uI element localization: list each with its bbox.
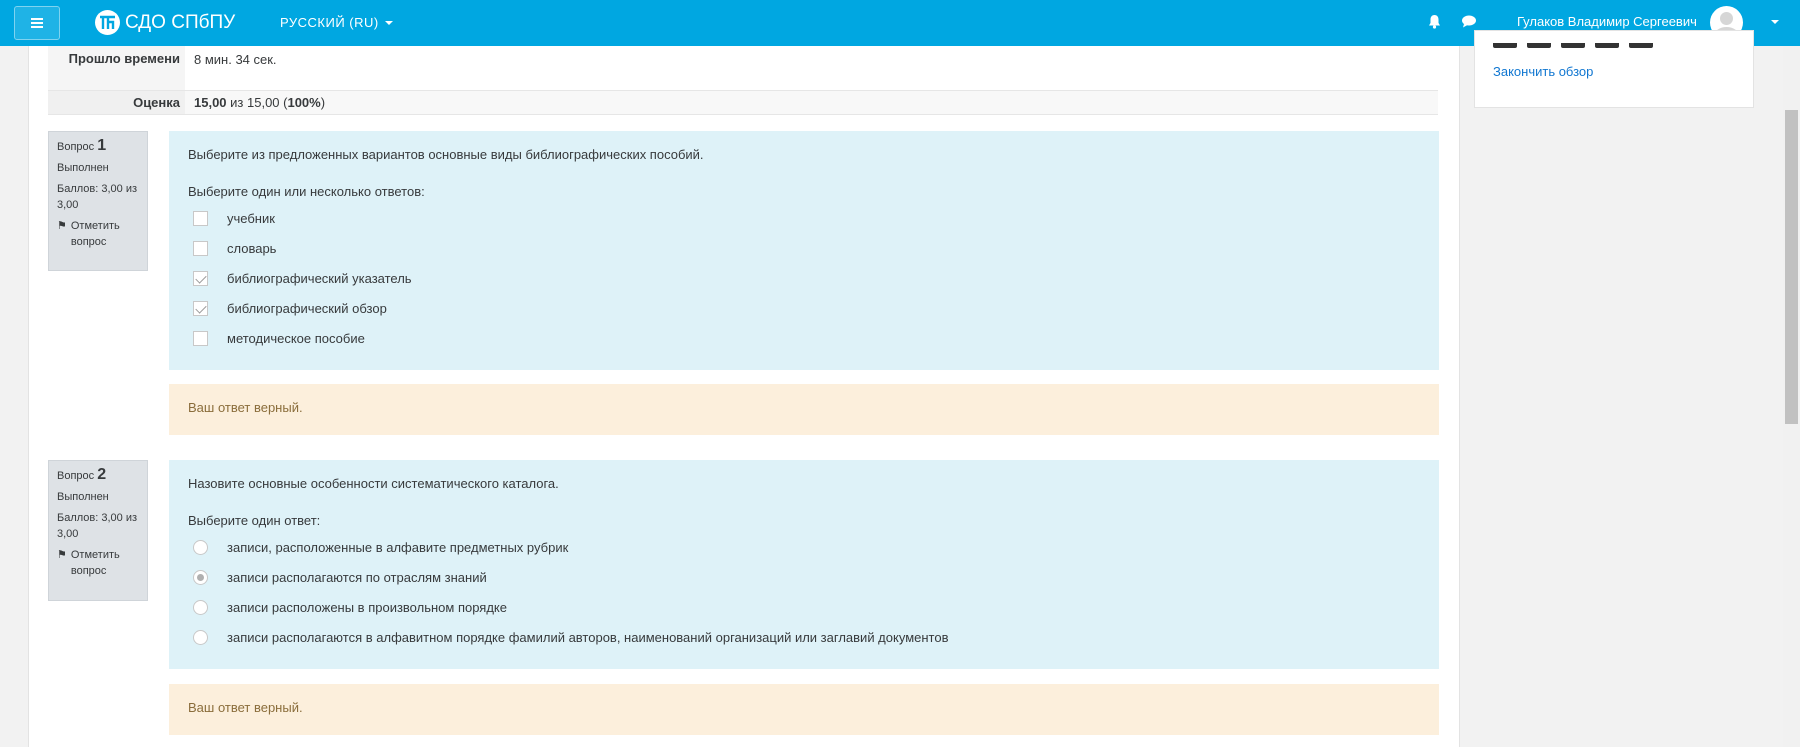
summary-row-grade: Оценка 15,00 из 15,00 (100%) [48, 91, 1438, 115]
answer-label: методическое пособие [227, 330, 365, 346]
answer-radio[interactable] [193, 599, 208, 615]
question-nav-button[interactable] [1595, 43, 1619, 48]
question-marks: Баллов: 3,00 из 3,00 [57, 183, 138, 211]
question-label: Вопрос [57, 141, 95, 153]
question-content-2: Назовите основные особенности систематич… [169, 460, 1439, 669]
grade-rest: из 15,00 ( [226, 95, 288, 110]
answer-checkbox-checked[interactable] [193, 270, 208, 286]
question-info-1: Вопрос 1 Выполнен Баллов: 3,00 из 3,00 ⚑… [48, 131, 148, 271]
brand-name: СДО СПбПУ [125, 11, 236, 33]
elapsed-label: Прошло времени [48, 46, 185, 90]
answer-label: записи располагаются в алфавитном порядк… [227, 629, 949, 645]
question-content-1: Выберите из предложенных вариантов основ… [169, 131, 1439, 370]
answer-checkbox[interactable] [193, 240, 208, 256]
flag-label: Отметить вопрос [70, 220, 120, 248]
answer-option[interactable]: записи располагаются в алфавитном порядк… [188, 622, 1420, 652]
attempt-summary-table: Прошло времени 8 мин. 34 сек. Оценка 15,… [48, 46, 1438, 115]
question-marks: Баллов: 3,00 из 3,00 [57, 512, 138, 540]
answer-list: учебник словарь библиографический указат… [188, 203, 1420, 353]
question-label: Вопрос [57, 470, 95, 482]
answer-label: учебник [227, 210, 275, 226]
answer-prompt: Выберите один или несколько ответов: [188, 184, 425, 199]
messages-chat-icon[interactable] [1461, 15, 1477, 31]
user-menu-chevron-icon[interactable] [1771, 20, 1779, 24]
answer-option[interactable]: библиографический обзор [188, 293, 1420, 323]
flag-question-button[interactable]: ⚑ Отметить вопрос [57, 547, 139, 579]
answer-option[interactable]: библиографический указатель [188, 263, 1420, 293]
question-nav-button[interactable] [1561, 43, 1585, 48]
question-info-2: Вопрос 2 Выполнен Баллов: 3,00 из 3,00 ⚑… [48, 460, 148, 601]
question-text: Выберите из предложенных вариантов основ… [188, 147, 704, 162]
brand-link[interactable]: СДО СПбПУ [95, 10, 235, 35]
question-number: Вопрос 1 [57, 138, 139, 155]
question-state: Выполнен [57, 162, 109, 174]
question-feedback-2: Ваш ответ верный. [169, 684, 1439, 735]
user-name[interactable]: Гулаков Владимир Сергеевич [1517, 14, 1697, 29]
finish-review-link[interactable]: Закончить обзор [1493, 64, 1593, 79]
language-menu[interactable]: РУССКИЙ (RU) [280, 15, 393, 30]
question-nav-button[interactable] [1629, 43, 1653, 48]
question-nav-buttons [1493, 43, 1653, 48]
flag-icon: ⚑ [57, 220, 67, 232]
answer-option[interactable]: записи, расположенные в алфавите предмет… [188, 532, 1420, 562]
answer-label: записи расположены в произвольном порядк… [227, 599, 507, 615]
question-nav-button[interactable] [1493, 43, 1517, 48]
language-label: РУССКИЙ (RU) [280, 15, 379, 30]
answer-label: словарь [227, 240, 277, 256]
answer-label: библиографический обзор [227, 300, 387, 316]
answer-radio[interactable] [193, 539, 208, 555]
flag-label: Отметить вопрос [70, 549, 120, 577]
brand-logo-icon [95, 10, 120, 35]
answer-checkbox[interactable] [193, 210, 208, 226]
chevron-down-icon [384, 20, 393, 25]
answer-option[interactable]: методическое пособие [188, 323, 1420, 353]
question-number-value: 2 [97, 466, 107, 483]
question-number-value: 1 [97, 137, 107, 154]
grade-percent: 100% [287, 95, 321, 110]
answer-checkbox-checked[interactable] [193, 300, 208, 316]
answer-prompt: Выберите один ответ: [188, 513, 321, 528]
grade-label: Оценка [48, 91, 185, 114]
answer-checkbox[interactable] [193, 330, 208, 346]
answer-radio-selected[interactable] [193, 569, 208, 585]
answer-option[interactable]: словарь [188, 233, 1420, 263]
question-number: Вопрос 2 [57, 467, 139, 484]
grade-value: 15,00 из 15,00 (100%) [185, 91, 1438, 114]
question-text: Назовите основные особенности систематич… [188, 476, 559, 491]
answer-option[interactable]: записи расположены в произвольном порядк… [188, 592, 1420, 622]
hamburger-icon [31, 22, 43, 24]
page-scrollbar[interactable] [1783, 46, 1800, 747]
answer-list: записи, расположенные в алфавите предмет… [188, 532, 1420, 652]
answer-option[interactable]: учебник [188, 203, 1420, 233]
flag-question-button[interactable]: ⚑ Отметить вопрос [57, 218, 139, 250]
answer-option[interactable]: записи располагаются по отраслям знаний [188, 562, 1420, 592]
answer-label: библиографический указатель [227, 270, 412, 286]
answer-radio[interactable] [193, 629, 208, 645]
menu-toggle-button[interactable] [14, 6, 60, 40]
flag-icon: ⚑ [57, 549, 67, 561]
question-feedback-1: Ваш ответ верный. [169, 384, 1439, 435]
question-state: Выполнен [57, 491, 109, 503]
question-nav-button[interactable] [1527, 43, 1551, 48]
summary-row-elapsed: Прошло времени 8 мин. 34 сек. [48, 46, 1438, 91]
answer-label: записи, расположенные в алфавите предмет… [227, 539, 569, 555]
scrollbar-thumb[interactable] [1785, 110, 1798, 424]
grade-close: ) [320, 95, 326, 110]
grade-score: 15,00 [194, 95, 227, 110]
answer-label: записи располагаются по отраслям знаний [227, 569, 487, 585]
notifications-bell-icon[interactable] [1428, 14, 1441, 32]
elapsed-value: 8 мин. 34 сек. [185, 46, 1438, 90]
quiz-navigation-block: Закончить обзор [1474, 30, 1754, 108]
